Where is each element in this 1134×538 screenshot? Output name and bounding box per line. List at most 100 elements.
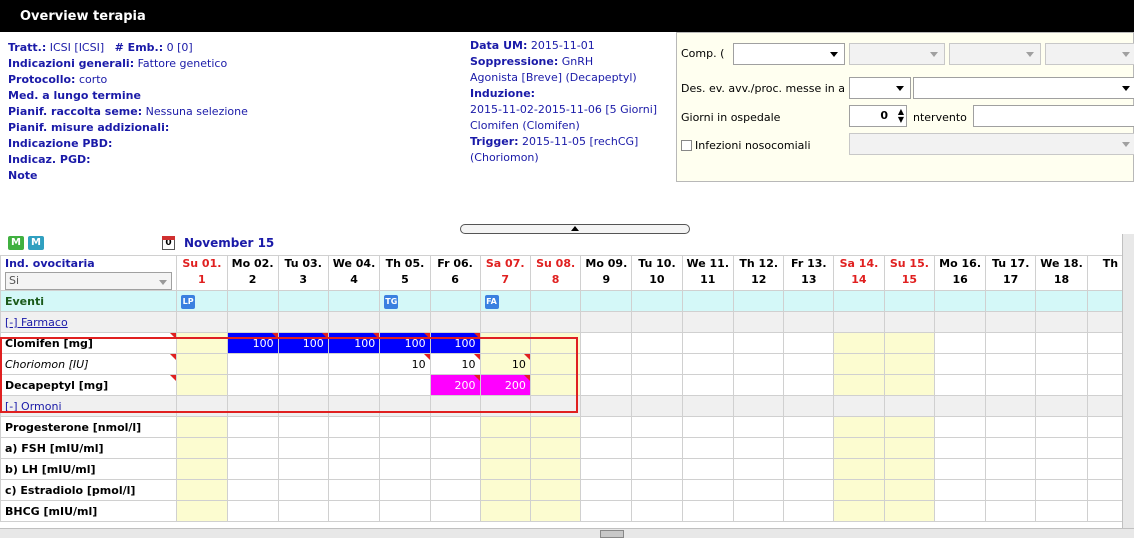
ind-ovocitaria-select[interactable]: Si [5,272,173,290]
day-header[interactable]: We 11. 11 [681,255,735,291]
dose-cell[interactable] [833,374,885,396]
hormone-cell[interactable] [327,479,381,501]
dose-cell[interactable] [226,353,279,375]
dose-cell[interactable] [783,332,835,354]
event-cell[interactable] [429,290,481,312]
dose-cell[interactable]: 100 [429,332,481,354]
event-badge[interactable]: LP [181,294,196,309]
hormone-cell[interactable] [429,500,481,522]
dose-cell[interactable]: 200 [479,374,531,396]
hormone-cell[interactable] [681,500,735,522]
event-cell[interactable] [580,290,633,312]
hormone-cell[interactable] [429,416,481,438]
day-header[interactable]: Tu 10. 10 [631,255,683,291]
event-cell[interactable] [277,290,329,312]
dose-cell[interactable] [733,353,785,375]
hormone-cell[interactable] [529,458,582,480]
calendar-icon[interactable]: 0 [162,236,175,250]
hormone-cell[interactable] [379,500,431,522]
des-select-2[interactable] [913,77,1134,99]
hormone-cell[interactable] [631,416,683,438]
giorni-stepper[interactable]: 0 ▲ ▼ [849,105,907,127]
hormone-cell[interactable] [1035,437,1088,459]
day-header[interactable]: Fr 13. 13 [783,255,835,291]
dose-cell[interactable] [176,374,228,396]
event-cell[interactable] [733,290,785,312]
hormone-cell[interactable] [783,416,835,438]
hormone-cell[interactable] [1035,458,1088,480]
dose-cell[interactable] [479,332,531,354]
event-cell[interactable] [1035,290,1088,312]
event-cell[interactable] [631,290,683,312]
scroll-thumb[interactable] [600,530,624,538]
event-badge[interactable]: TG [384,294,399,309]
dose-cell[interactable] [529,332,582,354]
hormone-cell[interactable] [176,458,228,480]
hormone-cell[interactable] [429,479,481,501]
dose-cell[interactable]: 100 [226,332,279,354]
dose-cell[interactable] [226,374,279,396]
hormone-cell[interactable] [733,437,785,459]
hormone-cell[interactable] [883,500,936,522]
day-header[interactable]: Th 05. 5 [379,255,431,291]
dose-cell[interactable] [631,374,683,396]
dose-cell[interactable] [580,353,633,375]
hormone-cell[interactable] [934,437,987,459]
medication-edit-button[interactable]: M [28,236,44,250]
hormone-cell[interactable] [631,437,683,459]
dose-cell[interactable] [985,353,1037,375]
dose-cell[interactable] [580,332,633,354]
dose-cell[interactable]: 10 [479,353,531,375]
dose-cell[interactable] [681,332,735,354]
hormone-cell[interactable] [529,416,582,438]
hormone-cell[interactable] [529,479,582,501]
event-cell[interactable] [783,290,835,312]
hormone-cell[interactable] [883,458,936,480]
day-header[interactable]: Mo 09. 9 [580,255,633,291]
hormone-cell[interactable] [883,437,936,459]
hormone-cell[interactable] [479,500,531,522]
hormone-cell[interactable] [176,500,228,522]
dose-cell[interactable] [379,374,431,396]
hormone-cell[interactable] [833,458,885,480]
infezioni-checkbox[interactable]: Infezioni nosocomiali [681,139,811,152]
event-cell[interactable]: TG [379,290,431,312]
dose-cell[interactable] [883,374,936,396]
intervento-input[interactable] [973,105,1134,127]
hormone-cell[interactable] [631,500,683,522]
event-badge[interactable]: FA [484,294,499,309]
event-cell[interactable]: FA [479,290,531,312]
day-header[interactable]: Mo 16. 16 [934,255,987,291]
dose-cell[interactable] [327,353,381,375]
hormone-cell[interactable] [327,500,381,522]
dose-cell[interactable]: 10 [379,353,431,375]
group-ormoni-toggle[interactable]: [-] Ormoni [0,395,178,417]
hormone-cell[interactable] [783,437,835,459]
dose-cell[interactable] [783,353,835,375]
stepper-arrows-icon[interactable]: ▲ ▼ [898,108,904,124]
dose-cell[interactable] [580,374,633,396]
checkbox-icon[interactable] [681,140,692,151]
comp-select[interactable] [733,43,845,65]
dose-cell[interactable] [833,353,885,375]
horizontal-scrollbar[interactable] [0,528,1134,538]
hormone-cell[interactable] [985,458,1037,480]
dose-cell[interactable] [985,374,1037,396]
hormone-cell[interactable] [681,437,735,459]
hormone-cell[interactable] [733,479,785,501]
hormone-cell[interactable] [985,500,1037,522]
hormone-cell[interactable] [580,437,633,459]
dose-cell[interactable] [733,332,785,354]
hormone-cell[interactable] [277,479,329,501]
event-cell[interactable] [327,290,381,312]
hormone-cell[interactable] [1035,479,1088,501]
day-header[interactable]: Fr 06. 6 [429,255,481,291]
dose-cell[interactable] [733,374,785,396]
hormone-cell[interactable] [176,479,228,501]
day-header[interactable]: We 04. 4 [327,255,381,291]
event-cell[interactable] [529,290,582,312]
hormone-cell[interactable] [733,416,785,438]
hormone-cell[interactable] [934,479,987,501]
dose-cell[interactable] [934,374,987,396]
dose-cell[interactable] [529,353,582,375]
